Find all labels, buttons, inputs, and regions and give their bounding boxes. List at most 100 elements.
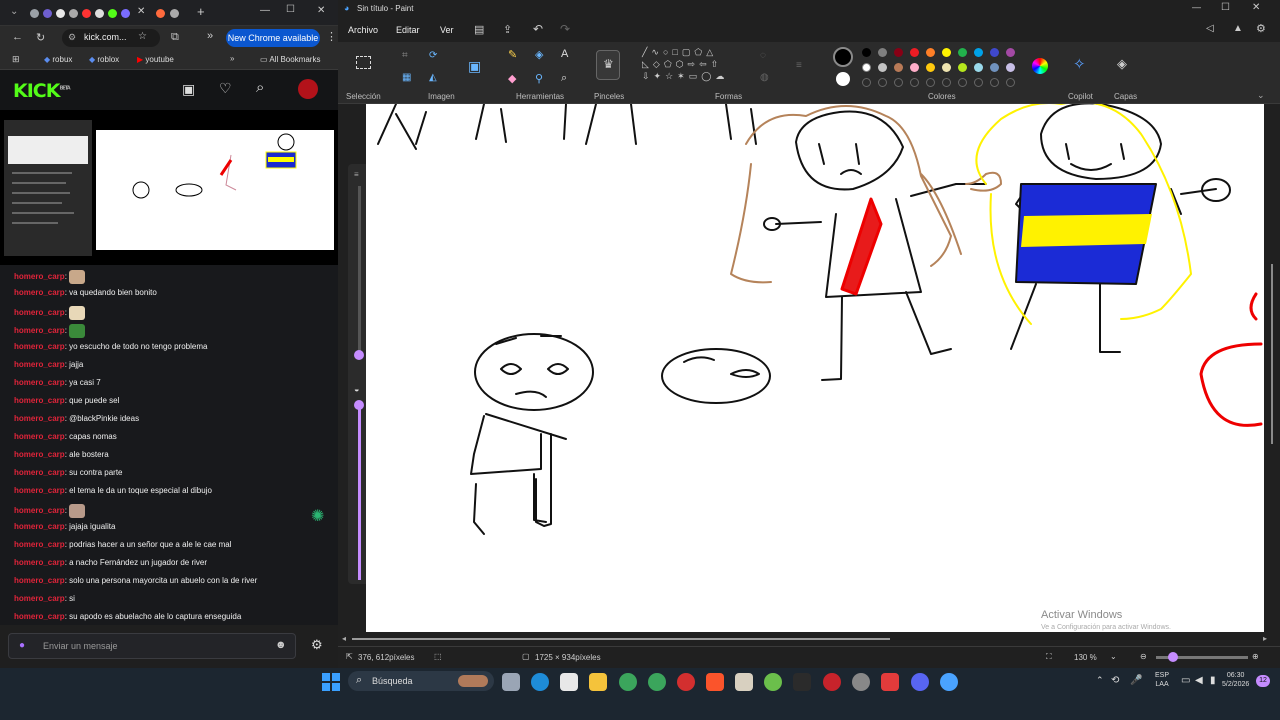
notepad-icon[interactable] [735,673,753,691]
rectangle-shape-icon[interactable]: □ [672,47,681,57]
chat-username[interactable]: homero_carp [14,272,65,281]
custom-color-slot[interactable] [990,78,999,87]
tab-favicon[interactable] [170,9,179,18]
rotate-icon[interactable]: ⟳ [429,50,437,61]
opera-icon[interactable] [677,673,695,691]
tab-favicon[interactable] [82,9,91,18]
arrow-up-shape-icon[interactable]: ⇧ [711,59,723,69]
diamond-shape-icon[interactable]: ◇ [653,59,664,69]
color-swatch[interactable] [1006,48,1015,57]
color-swatch[interactable] [910,63,919,72]
color-swatch[interactable] [878,63,887,72]
clock[interactable]: 06:30 5/2/2026 [1222,671,1249,689]
color-swatch[interactable] [894,48,903,57]
browse-icon[interactable]: ▣ [182,81,195,98]
color-swatch[interactable] [990,63,999,72]
shape-fill-icon[interactable]: ◍ [760,72,769,83]
capcut-icon[interactable] [793,673,811,691]
chat-settings-gear-icon[interactable]: ⚙ [311,637,323,653]
image-tool-icon[interactable]: ▣ [468,58,481,75]
tab-favicon[interactable] [121,9,130,18]
chat-username[interactable]: homero_carp [14,612,65,621]
scroll-left-icon[interactable]: ◂ [342,634,346,643]
line-shape-icon[interactable]: ╱ [642,47,651,57]
custom-color-slot[interactable] [878,78,887,87]
menu-editar[interactable]: Editar [396,25,420,35]
fit-to-window-icon[interactable]: ⛶ [1046,652,1052,662]
search-icon[interactable]: ⌕ [256,79,264,96]
star6-shape-icon[interactable]: ✶ [677,71,689,81]
apps-icon[interactable]: ⊞ [12,54,20,65]
kick-logo[interactable]: KICKBETA [13,80,71,102]
color-swatch[interactable] [894,63,903,72]
scroll-right-icon[interactable]: ▸ [1263,634,1267,643]
size-icon[interactable]: ≡ [796,60,802,71]
cloud-shape-icon[interactable]: ☁ [715,71,728,81]
size-slider-track[interactable] [358,186,361,354]
zoom-out-icon[interactable]: ⊖ [1140,652,1147,661]
layers-icon[interactable]: ◈ [1117,56,1127,72]
paint-maximize-icon[interactable]: ☐ [1221,2,1230,13]
paint-taskbar-icon[interactable] [940,673,958,691]
settings-gear-icon[interactable]: ⚙ [1256,22,1266,35]
custom-color-slot[interactable] [910,78,919,87]
arrow-right-shape-icon[interactable]: ⇨ [688,59,700,69]
vertical-scrollbar[interactable] [1264,104,1280,632]
ribbon-collapse-icon[interactable]: ⌄ [1257,90,1265,101]
chat-username[interactable]: homero_carp [14,522,65,531]
custom-color-slot[interactable] [926,78,935,87]
chrome-menu-icon[interactable]: ⋮ [326,30,337,43]
curve-shape-icon[interactable]: ∿ [651,47,663,57]
chat-username[interactable]: homero_carp [14,308,65,317]
magnifier-icon[interactable]: ⌕ [561,72,567,85]
custom-color-slot[interactable] [894,78,903,87]
zoom-dropdown-icon[interactable]: ⌄ [1110,652,1117,661]
account-icon[interactable]: ▲ [1233,23,1243,34]
file-explorer-icon[interactable] [589,673,607,691]
chat-username[interactable]: homero_carp [14,594,65,603]
color-swatch[interactable] [958,48,967,57]
tab-favicon[interactable] [108,9,117,18]
menu-ver[interactable]: Ver [440,25,454,35]
chrome-alt-icon[interactable] [648,673,666,691]
chat-username[interactable]: homero_carp [14,396,65,405]
color-picker-icon[interactable]: ⚲ [535,72,543,85]
size-slider-thumb[interactable] [354,350,364,360]
tab-favicon[interactable] [156,9,165,18]
tab-favicon[interactable] [43,9,52,18]
color-1-selected[interactable] [833,47,853,67]
resize-icon[interactable]: ▦ [402,72,411,83]
chat-username[interactable]: homero_carp [14,326,65,335]
color-swatch[interactable] [974,48,983,57]
color-swatch[interactable] [926,48,935,57]
chat-username[interactable]: homero_carp [14,540,65,549]
crop-icon[interactable]: ⌗ [402,50,408,61]
chat-username[interactable]: homero_carp [14,432,65,441]
color-swatch[interactable] [878,48,887,57]
opacity-slider-track[interactable] [358,402,361,580]
custom-color-slot[interactable] [958,78,967,87]
notification-badge[interactable]: 12 [1256,675,1270,687]
paint-close-icon[interactable]: ✕ [1252,2,1260,13]
callout-rect-shape-icon[interactable]: ▭ [689,71,702,81]
chat-username[interactable]: homero_carp [14,342,65,351]
task-view-icon[interactable] [502,673,520,691]
drawing-canvas[interactable]: Activar Windows Ve a Configuración para … [366,104,1264,632]
zoom-in-icon[interactable]: ⊕ [1252,652,1259,661]
triangle-shape-icon[interactable]: △ [706,47,717,57]
chat-username[interactable]: homero_carp [14,468,65,477]
address-bar[interactable]: ⚙ kick.com... ☆ [62,29,160,47]
color-swatch[interactable] [958,63,967,72]
bookmark-roblox[interactable]: ◆ roblox [89,55,119,64]
color-swatch[interactable] [910,48,919,57]
oval-shape-icon[interactable]: ○ [663,47,672,57]
shapes-gallery[interactable]: ╱∿○□▢⬠△ ◺◇⬠⬡⇨⇦⇧ ⇩✦☆✶▭◯☁ [642,46,742,86]
zoom-slider-thumb[interactable] [1168,652,1178,662]
back-icon[interactable]: ← [12,31,23,43]
chat-username[interactable]: homero_carp [14,486,65,495]
language-indicator[interactable]: ESP LAA [1155,671,1169,689]
feedback-icon[interactable]: ◁ [1206,23,1214,34]
chat-username[interactable]: homero_carp [14,506,65,515]
rounded-rect-shape-icon[interactable]: ▢ [682,47,695,57]
color-swatch[interactable] [942,48,951,57]
